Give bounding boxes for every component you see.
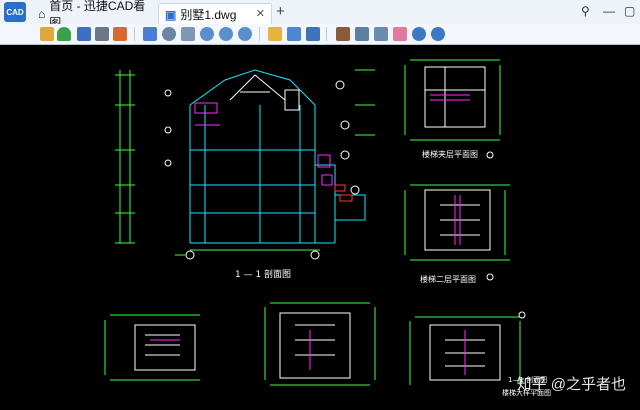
toolbar-separator xyxy=(134,27,135,41)
section-building-outline xyxy=(189,69,366,244)
zoom-out-icon[interactable] xyxy=(219,27,233,41)
line-icon[interactable] xyxy=(336,27,350,41)
section-windows xyxy=(334,184,353,202)
zoom-extent-icon[interactable] xyxy=(181,27,195,41)
print-icon[interactable] xyxy=(95,27,109,41)
measure-icon[interactable] xyxy=(374,27,388,41)
cad-drawing: 1 — 1 剖面图 楼梯夹层平面图 楼梯二层平面图 1—1 剖面图 楼梯大样平面… xyxy=(104,59,551,397)
zoom-window-icon[interactable] xyxy=(162,27,176,41)
app-logo: CAD xyxy=(4,2,26,22)
tab-file-label: 别墅1.dwg xyxy=(180,8,237,22)
toolbar-separator xyxy=(326,27,327,41)
plan-bottom-middle-dims xyxy=(264,302,376,386)
toolbar-separator xyxy=(259,27,260,41)
tree-icon[interactable] xyxy=(57,27,71,41)
drawing-canvas[interactable]: 1 — 1 剖面图 楼梯夹层平面图 楼梯二层平面图 1—1 剖面图 楼梯大样平面… xyxy=(0,45,640,410)
section-roof xyxy=(229,74,300,111)
print-preview-icon[interactable] xyxy=(113,27,127,41)
plan-mezzanine xyxy=(424,66,486,128)
layers-icon[interactable] xyxy=(268,27,282,41)
minimize-icon[interactable]: — xyxy=(603,4,615,18)
save-icon[interactable] xyxy=(77,27,91,41)
section-title: 1 — 1 剖面图 xyxy=(235,268,291,280)
title-bar: CAD ⌂ 首页 - 迅捷CAD看图 ▣ 别墅1.dwg ✕ + ⚲ — ▢ xyxy=(0,0,640,30)
plan-bottom-middle xyxy=(279,312,351,379)
tab-home[interactable]: ⌂ 首页 - 迅捷CAD看图 xyxy=(32,0,152,30)
plan-title-mezzanine: 楼梯夹层平面图 xyxy=(422,149,478,159)
tab-file[interactable]: ▣ 别墅1.dwg ✕ xyxy=(158,3,272,25)
maximize-icon[interactable]: ▢ xyxy=(624,4,635,18)
pin-icon[interactable]: ⚲ xyxy=(581,4,590,18)
eraser-icon[interactable] xyxy=(393,27,407,41)
plan-title-second-floor: 楼梯二层平面图 xyxy=(420,274,476,284)
3d-box-icon[interactable] xyxy=(287,27,301,41)
cad-file-icon: ▣ xyxy=(165,7,177,22)
plan-second-floor xyxy=(424,189,491,251)
undo-icon[interactable] xyxy=(412,27,426,41)
section-balcony xyxy=(194,102,333,186)
open-icon[interactable] xyxy=(40,27,54,41)
section-annotations xyxy=(164,80,360,260)
toolbar xyxy=(0,24,640,45)
zoom-in-icon[interactable] xyxy=(200,27,214,41)
home-icon: ⌂ xyxy=(38,6,46,21)
redo-icon[interactable] xyxy=(431,27,445,41)
3d-view-icon[interactable] xyxy=(306,27,320,41)
close-tab-icon[interactable]: ✕ xyxy=(256,7,265,20)
add-tab-button[interactable]: + xyxy=(276,3,285,20)
plan-mezzanine-stair xyxy=(430,94,470,101)
watermark: 知乎 @之乎者也 xyxy=(516,376,626,393)
rect-icon[interactable] xyxy=(355,27,369,41)
plan-bottom-left xyxy=(134,324,196,371)
section-dimensions xyxy=(115,69,375,256)
plan-second-floor-dims xyxy=(404,184,510,261)
zoom-previous-icon[interactable] xyxy=(238,27,252,41)
pan-icon[interactable] xyxy=(143,27,157,41)
